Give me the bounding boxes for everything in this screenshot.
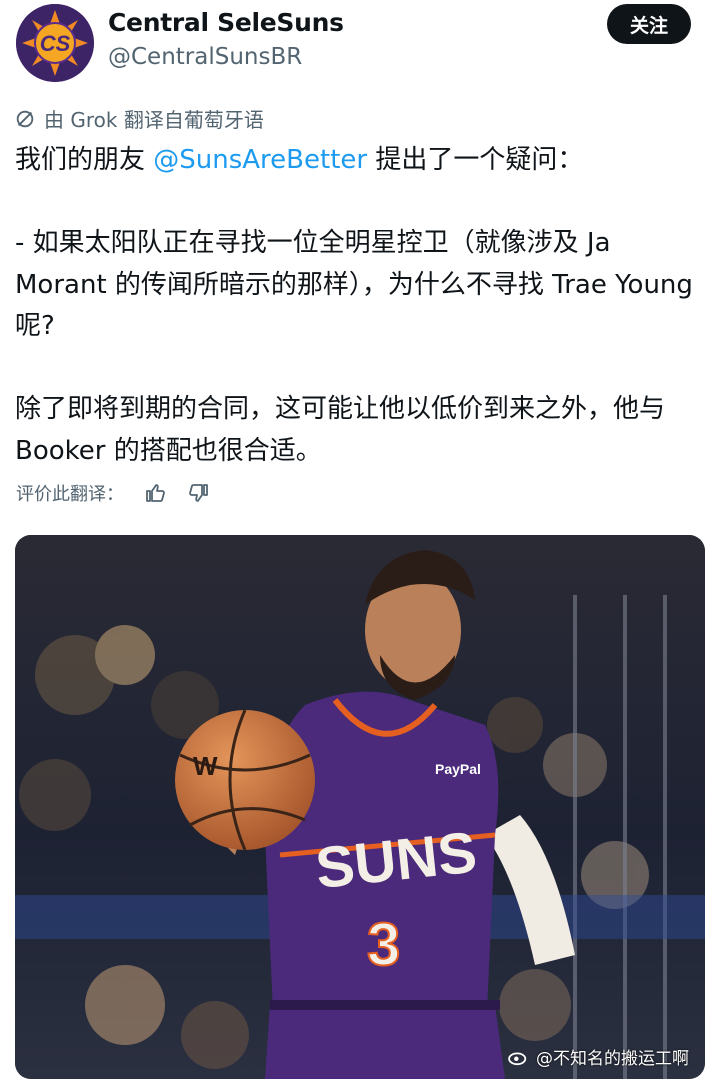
tweet-photo[interactable]: W SUNS 3 PayPal	[15, 535, 705, 1079]
tweet-paragraph-3: 除了即将到期的合同，这可能让他以低价到来之外，他与 Booker 的搭配也很合适…	[15, 394, 666, 466]
tweet-paragraph-1: 我们的朋友 @SunsAreBetter 提出了一个疑问：	[15, 140, 695, 182]
thumbs-down-icon[interactable]	[186, 480, 212, 506]
watermark-text: @不知名的搬运工啊	[536, 1049, 689, 1069]
rate-translation: 评价此翻译：	[16, 480, 212, 506]
rate-translation-label: 评价此翻译：	[16, 484, 124, 505]
weibo-icon	[508, 1048, 530, 1066]
thumbs-up-icon[interactable]	[142, 480, 168, 506]
follow-button[interactable]: 关注	[607, 4, 691, 44]
tweet-text: 我们的朋友 @SunsAreBetter 提出了一个疑问： - 如果太阳队正在寻…	[15, 140, 695, 472]
translate-icon	[16, 110, 34, 127]
tweet-paragraph-2: - 如果太阳队正在寻找一位全明星控卫（就像涉及 Ja Morant 的传闻所暗示…	[15, 228, 693, 341]
tweet-text-prefix: 我们的朋友	[15, 145, 154, 175]
translation-note-text: 由 Grok 翻译自葡萄牙语	[44, 108, 264, 132]
svg-text:CS: CS	[40, 31, 71, 56]
display-name[interactable]: Central SeleSuns	[108, 8, 344, 37]
ball-brand-label: W	[193, 751, 218, 781]
avatar[interactable]: CS	[16, 4, 94, 82]
mention-link[interactable]: @SunsAreBetter	[153, 145, 367, 175]
basketball-player-image: W SUNS 3 PayPal	[15, 535, 705, 1079]
handle[interactable]: @CentralSunsBR	[108, 44, 302, 70]
tweet-text-suffix: 提出了一个疑问：	[367, 145, 584, 175]
watermark: @不知名的搬运工啊	[508, 1044, 689, 1069]
suns-logo-icon: CS	[16, 4, 94, 82]
sponsor-patch: PayPal	[435, 761, 481, 777]
jersey-number: 3	[367, 911, 400, 978]
translation-note: 由 Grok 翻译自葡萄牙语	[14, 104, 264, 133]
